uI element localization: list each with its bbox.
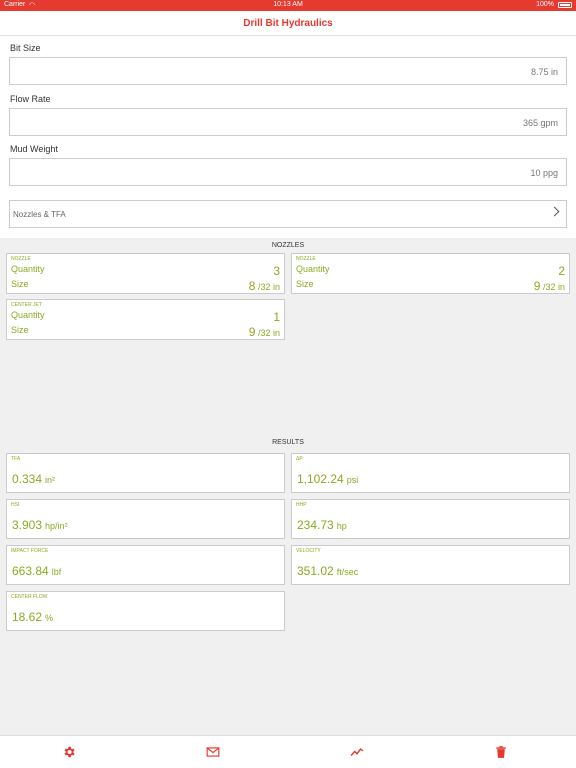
result-value-line: 663.84 lbf xyxy=(12,564,61,578)
result-value-line: 234.73 hp xyxy=(297,518,347,532)
size-label: Size xyxy=(296,279,314,289)
flow-rate-value: 365 gpm xyxy=(522,118,558,128)
page-title: Drill Bit Hydraulics xyxy=(243,18,333,29)
flow-rate-label: Flow Rate xyxy=(10,94,51,104)
nozzle-card[interactable]: NOZZLE Quantity 3 Size 8 /32 in xyxy=(6,253,285,294)
result-value: 1,102.24 xyxy=(297,472,344,486)
center-flow-result-card: CENTER FLOW 18.62% xyxy=(6,591,285,631)
quantity-label: Quantity xyxy=(11,310,45,320)
card-caption: NOZZLE xyxy=(11,256,31,262)
size-unit: /32 in xyxy=(542,282,565,292)
nozzles-header: NOZZLES xyxy=(271,242,305,249)
bit-size-label: Bit Size xyxy=(10,43,41,53)
bit-size-value: 8.75 in xyxy=(530,67,558,77)
card-caption: NOZZLE xyxy=(296,256,316,262)
hhp-result-card: HHP 234.73 hp xyxy=(291,499,570,539)
mud-weight-label: Mud Weight xyxy=(10,144,58,154)
quantity-value: 2 xyxy=(558,264,565,278)
card-caption: CENTER JET xyxy=(11,302,42,308)
velocity-result-card: VELOCITY 351.02 ft/sec xyxy=(291,545,570,585)
result-unit: hp xyxy=(336,521,347,531)
quantity-label: Quantity xyxy=(296,264,330,274)
result-value-line: 3.903 hp/in² xyxy=(12,518,68,532)
result-value-line: 351.02 ft/sec xyxy=(297,564,358,578)
result-caption: IMPACT FORCE xyxy=(11,548,49,554)
size-value: 9 xyxy=(533,279,541,293)
battery-icon xyxy=(558,2,572,8)
result-unit: lbf xyxy=(51,567,62,577)
size-unit: /32 in xyxy=(257,282,280,292)
chevron-right-icon xyxy=(549,206,560,217)
size-unit: /32 in xyxy=(257,328,280,338)
results-header: RESULTS xyxy=(272,439,304,446)
result-value: 0.334 xyxy=(12,472,43,486)
quantity-value: 3 xyxy=(273,264,280,278)
result-value: 18.62 xyxy=(12,610,43,624)
bit-size-field[interactable]: 8.75 in xyxy=(9,57,567,85)
mud-weight-field[interactable]: 10 ppg xyxy=(9,158,567,186)
input-form: Bit Size 8.75 in Flow Rate 365 gpm Mud W… xyxy=(0,36,576,238)
pressure-drop-result-card: ΔP 1,102.24 psi xyxy=(291,453,570,493)
size-value: 9 xyxy=(248,325,256,339)
size-value: 8 xyxy=(248,279,256,293)
result-value-line: 18.62% xyxy=(12,610,53,624)
clock: 10:13 AM xyxy=(273,1,303,8)
status-bar: Carrier ◠ 10:13 AM 100% xyxy=(0,0,576,11)
hsi-result-card: HSI 3.903 hp/in² xyxy=(6,499,285,539)
result-caption: CENTER FLOW xyxy=(11,594,48,600)
result-unit: psi xyxy=(346,475,359,485)
result-value: 234.73 xyxy=(297,518,334,532)
battery-percent: 100% xyxy=(536,1,554,8)
size-label: Size xyxy=(11,325,29,335)
result-unit: in² xyxy=(45,475,56,485)
result-value: 351.02 xyxy=(297,564,334,578)
result-caption: HSI xyxy=(11,502,20,508)
mud-weight-value: 10 ppg xyxy=(530,168,558,178)
result-value: 3.903 xyxy=(12,518,43,532)
quantity-label: Quantity xyxy=(11,264,45,274)
trash-icon[interactable] xyxy=(494,745,508,759)
gear-icon[interactable] xyxy=(62,745,76,759)
flow-rate-field[interactable]: 365 gpm xyxy=(9,108,567,136)
mail-icon[interactable] xyxy=(206,745,220,759)
result-unit: ft/sec xyxy=(336,567,359,577)
result-value-line: 0.334 in² xyxy=(12,472,55,486)
result-value: 663.84 xyxy=(12,564,49,578)
nozzles-tfa-label: Nozzles & TFA xyxy=(13,210,66,219)
result-unit: % xyxy=(45,613,54,623)
tfa-result-card: TFA 0.334 in² xyxy=(6,453,285,493)
size-label: Size xyxy=(11,279,29,289)
chart-icon[interactable] xyxy=(350,745,364,759)
result-value-line: 1,102.24 psi xyxy=(297,472,358,486)
quantity-value: 1 xyxy=(273,310,280,324)
tab-bar xyxy=(0,735,576,768)
result-caption: VELOCITY xyxy=(296,548,321,554)
result-unit: hp/in² xyxy=(45,521,68,531)
result-caption: HHP xyxy=(296,502,307,508)
center-jet-card[interactable]: CENTER JET Quantity 1 Size 9 /32 in xyxy=(6,299,285,340)
impact-force-result-card: IMPACT FORCE 663.84 lbf xyxy=(6,545,285,585)
nozzles-tfa-row[interactable]: Nozzles & TFA xyxy=(9,200,567,228)
result-caption: ΔP xyxy=(296,456,303,462)
result-caption: TFA xyxy=(11,456,21,462)
nozzle-card[interactable]: NOZZLE Quantity 2 Size 9 /32 in xyxy=(291,253,570,294)
navigation-bar: Drill Bit Hydraulics xyxy=(0,11,576,36)
